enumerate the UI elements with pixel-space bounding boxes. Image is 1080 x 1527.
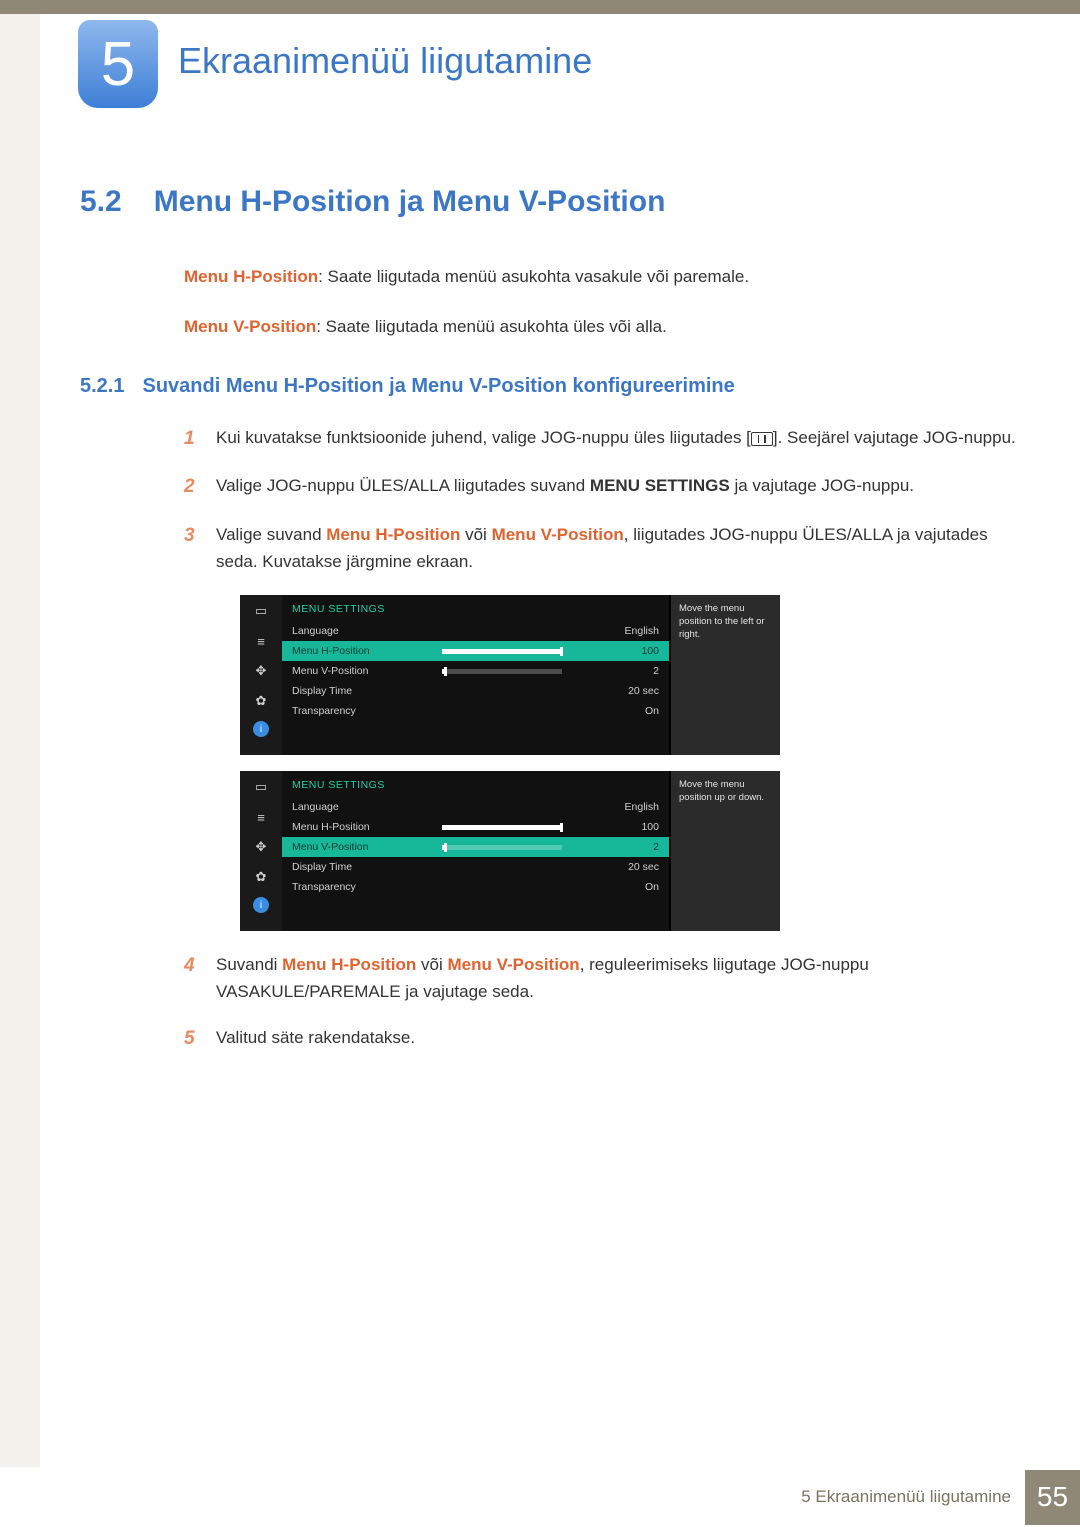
- term-vposition: Menu V-Position: [184, 317, 316, 336]
- osd-screenshots: ▭ ≡ ✥ ✿ i MENU SETTINGS Language English…: [240, 595, 1020, 931]
- step-3: 3 Valige suvand Menu H-Position või Menu…: [184, 521, 1020, 575]
- section-number: 5.2: [80, 185, 122, 218]
- section-body: 5.2 Menu H-Position ja Menu V-Position Me…: [80, 185, 1020, 1072]
- subsection-heading: 5.2.1 Suvandi Menu H-Position ja Menu V-P…: [80, 375, 1020, 398]
- slider-bar: [442, 825, 562, 830]
- step-2: 2 Valige JOG-nuppu ÜLES/ALLA liigutades …: [184, 472, 1020, 502]
- osd-row-transparency: Transparency On: [282, 701, 669, 721]
- slider-bar: [442, 669, 562, 674]
- osd-row-language: Language English: [282, 621, 669, 641]
- term-hposition: Menu H-Position: [184, 267, 318, 286]
- move-icon: ✥: [250, 661, 272, 681]
- list-icon: ≡: [250, 631, 272, 651]
- steps-list-cont: 4 Suvandi Menu H-Position või Menu V-Pos…: [184, 951, 1020, 1054]
- osd-description: Move the menu position up or down.: [670, 771, 780, 931]
- step-number: 4: [184, 951, 216, 1005]
- slider-bar: [442, 649, 562, 654]
- osd-row-displaytime: Display Time 20 sec: [282, 857, 669, 877]
- gear-icon: ✿: [250, 691, 272, 711]
- header-accent-bar: [0, 0, 1080, 14]
- osd-menu-hposition: ▭ ≡ ✥ ✿ i MENU SETTINGS Language English…: [240, 595, 780, 755]
- osd-row-language: Language English: [282, 797, 669, 817]
- osd-row-vposition: Menu V-Position 2: [282, 661, 669, 681]
- osd-title: MENU SETTINGS: [282, 599, 669, 621]
- step-text: Kui kuvatakse funktsioonide juhend, vali…: [216, 424, 1016, 454]
- chapter-title: Ekraanimenüü liigutamine: [178, 40, 592, 82]
- move-icon: ✥: [250, 837, 272, 857]
- section-heading: 5.2 Menu H-Position ja Menu V-Position: [80, 185, 1020, 219]
- chapter-number: 5: [101, 29, 135, 100]
- step-text: Suvandi Menu H-Position või Menu V-Posit…: [216, 951, 1020, 1005]
- subsection-title: Suvandi Menu H-Position ja Menu V-Positi…: [142, 375, 734, 397]
- osd-sidebar: ▭ ≡ ✥ ✿ i: [240, 595, 282, 755]
- osd-row-transparency: Transparency On: [282, 877, 669, 897]
- list-icon: ≡: [250, 807, 272, 827]
- osd-row-hposition: Menu H-Position 100: [282, 817, 669, 837]
- para-hposition: Menu H-Position: Saate liigutada menüü a…: [184, 264, 1020, 290]
- left-margin-bar: [0, 14, 40, 1467]
- osd-description: Move the menu position to the left or ri…: [670, 595, 780, 755]
- step-number: 5: [184, 1024, 216, 1054]
- osd-row-vposition: Menu V-Position 2: [282, 837, 669, 857]
- step-text: Valige suvand Menu H-Position või Menu V…: [216, 521, 1020, 575]
- osd-menu-vposition: ▭ ≡ ✥ ✿ i MENU SETTINGS Language English…: [240, 771, 780, 931]
- info-icon: i: [253, 897, 269, 913]
- step-4: 4 Suvandi Menu H-Position või Menu V-Pos…: [184, 951, 1020, 1005]
- osd-main: MENU SETTINGS Language English Menu H-Po…: [282, 595, 670, 755]
- subsection-number: 5.2.1: [80, 375, 124, 397]
- osd-main: MENU SETTINGS Language English Menu H-Po…: [282, 771, 670, 931]
- footer-breadcrumb: 5 Ekraanimenüü liigutamine: [801, 1487, 1011, 1507]
- info-icon: i: [253, 721, 269, 737]
- step-number: 3: [184, 521, 216, 575]
- step-text: Valige JOG-nuppu ÜLES/ALLA liigutades su…: [216, 472, 914, 502]
- monitor-icon: ▭: [250, 777, 272, 797]
- step-text: Valitud säte rakendatakse.: [216, 1024, 415, 1054]
- osd-title: MENU SETTINGS: [282, 775, 669, 797]
- step-1: 1 Kui kuvatakse funktsioonide juhend, va…: [184, 424, 1020, 454]
- osd-row-hposition: Menu H-Position 100: [282, 641, 669, 661]
- jog-icon: [751, 432, 773, 446]
- gear-icon: ✿: [250, 867, 272, 887]
- monitor-icon: ▭: [250, 601, 272, 621]
- osd-sidebar: ▭ ≡ ✥ ✿ i: [240, 771, 282, 931]
- para-hposition-rest: : Saate liigutada menüü asukohta vasakul…: [318, 267, 749, 286]
- page-number: 55: [1025, 1470, 1080, 1525]
- steps-list: 1 Kui kuvatakse funktsioonide juhend, va…: [184, 424, 1020, 575]
- chapter-badge: 5: [78, 20, 158, 108]
- step-number: 2: [184, 472, 216, 502]
- osd-row-displaytime: Display Time 20 sec: [282, 681, 669, 701]
- para-vposition: Menu V-Position: Saate liigutada menüü a…: [184, 314, 1020, 340]
- step-number: 1: [184, 424, 216, 454]
- section-title: Menu H-Position ja Menu V-Position: [154, 185, 666, 218]
- para-vposition-rest: : Saate liigutada menüü asukohta üles võ…: [316, 317, 667, 336]
- step-5: 5 Valitud säte rakendatakse.: [184, 1024, 1020, 1054]
- page-footer: 5 Ekraanimenüü liigutamine 55: [0, 1467, 1080, 1527]
- slider-bar: [442, 845, 562, 850]
